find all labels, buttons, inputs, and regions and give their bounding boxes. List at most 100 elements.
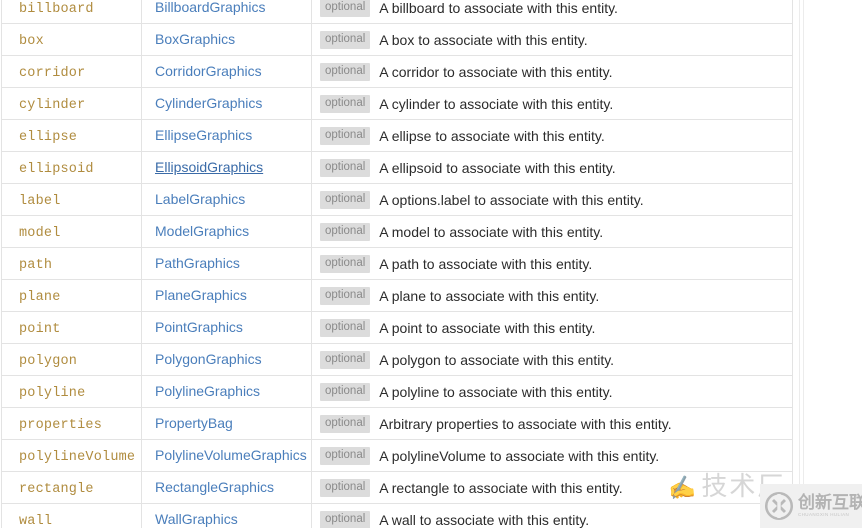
watermark-brand-text: 创新互联 CHUANGXIN HULIAN (798, 494, 862, 518)
watermark-brand-pinyin: CHUANGXIN HULIAN (798, 512, 850, 518)
optional-badge: optional (320, 446, 371, 465)
property-name-cell: cylinder (1, 87, 142, 120)
description-wrapper: optional A plane to associate with this e… (320, 286, 792, 305)
type-link[interactable]: PointGraphics (155, 319, 243, 335)
table-row: ellipse EllipseGraphics optional A ellipse … (1, 119, 793, 152)
type-link[interactable]: BillboardGraphics (155, 0, 266, 15)
property-type-cell: BillboardGraphics (141, 0, 312, 24)
property-type-cell: PropertyBag (141, 407, 312, 440)
property-name: cylinder (19, 97, 86, 113)
property-description: A corridor to associate with this entity… (379, 63, 613, 80)
property-name: properties (19, 417, 103, 433)
optional-badge: optional (320, 318, 371, 337)
property-type-cell: ModelGraphics (141, 215, 312, 248)
page-gutter-rule-right (803, 0, 804, 528)
type-link[interactable]: PolygonGraphics (155, 351, 262, 367)
optional-badge: optional (320, 158, 371, 177)
property-type-cell: CorridorGraphics (141, 55, 312, 88)
description-wrapper: optional A polylineVolume to associate wi… (320, 446, 792, 465)
property-description: A ellipse to associate with this entity. (379, 127, 605, 144)
property-name-cell: corridor (1, 55, 142, 88)
optional-badge: optional (320, 94, 371, 113)
property-name: billboard (19, 1, 94, 17)
property-description-cell: optional A cylinder to associate with thi… (311, 87, 793, 120)
property-name: rectangle (19, 481, 94, 497)
property-description: A ellipsoid to associate with this entit… (379, 159, 616, 176)
property-name: polyline (19, 385, 86, 401)
property-name-cell: properties (1, 407, 142, 440)
type-link[interactable]: EllipseGraphics (155, 127, 252, 143)
type-link[interactable]: EllipsoidGraphics (155, 159, 263, 175)
description-wrapper: optional A path to associate with this en… (320, 254, 792, 273)
property-description-cell: optional A plane to associate with this e… (311, 279, 793, 312)
property-name: point (19, 321, 61, 337)
property-name: wall (19, 513, 53, 528)
property-name-cell: wall (1, 503, 142, 528)
property-name-cell: label (1, 183, 142, 216)
property-description-cell: optional A path to associate with this en… (311, 247, 793, 280)
property-description-cell: optional A polygon to associate with this… (311, 343, 793, 376)
type-link[interactable]: BoxGraphics (155, 31, 235, 47)
table-row: wall WallGraphics optional A wall to associ… (1, 503, 793, 528)
property-description-cell: optional A model to associate with this e… (311, 215, 793, 248)
type-link[interactable]: RectangleGraphics (155, 479, 274, 495)
property-description: A rectangle to associate with this entit… (379, 479, 623, 496)
table-row: label LabelGraphics optional A options.labe… (1, 183, 793, 216)
optional-badge: optional (320, 62, 371, 81)
property-name: polylineVolume (19, 449, 136, 465)
property-description-cell: optional A rectangle to associate with th… (311, 471, 793, 504)
table-row: corridor CorridorGraphics optional A corrid… (1, 55, 793, 88)
property-description-cell: optional A point to associate with this e… (311, 311, 793, 344)
property-type-cell: WallGraphics (141, 503, 312, 528)
optional-badge: optional (320, 126, 371, 145)
properties-table-body: billboard BillboardGraphics optional A bill… (1, 0, 793, 528)
optional-badge: optional (320, 254, 371, 273)
type-link[interactable]: PathGraphics (155, 255, 240, 271)
type-link[interactable]: CorridorGraphics (155, 63, 262, 79)
property-name-cell: billboard (1, 0, 142, 24)
type-link[interactable]: PolylineVolumeGraphics (155, 447, 307, 463)
property-description: A plane to associate with this entity. (379, 287, 600, 304)
property-type-cell: CylinderGraphics (141, 87, 312, 120)
property-name: label (19, 193, 61, 209)
type-link[interactable]: LabelGraphics (155, 191, 245, 207)
property-type-cell: BoxGraphics (141, 23, 312, 56)
property-name: corridor (19, 65, 86, 81)
table-row: plane PlaneGraphics optional A plane to ass… (1, 279, 793, 312)
property-name-cell: ellipse (1, 119, 142, 152)
description-wrapper: optional A point to associate with this e… (320, 318, 792, 337)
type-link[interactable]: PolylineGraphics (155, 383, 260, 399)
type-link[interactable]: WallGraphics (155, 511, 238, 527)
table-row: rectangle RectangleGraphics optional A rect… (1, 471, 793, 504)
property-name-cell: rectangle (1, 471, 142, 504)
property-description-cell: optional A options.label to associate wit… (311, 183, 793, 216)
table-row: ellipsoid EllipsoidGraphics optional A elli… (1, 151, 793, 184)
property-description: A wall to associate with this entity. (379, 511, 590, 528)
property-description-cell: optional A corridor to associate with thi… (311, 55, 793, 88)
type-link[interactable]: CylinderGraphics (155, 95, 262, 111)
property-description-cell: optional A polylineVolume to associate wi… (311, 439, 793, 472)
property-type-cell: EllipseGraphics (141, 119, 312, 152)
property-type-cell: PolylineGraphics (141, 375, 312, 408)
type-link[interactable]: PlaneGraphics (155, 287, 247, 303)
property-name-cell: box (1, 23, 142, 56)
document-viewport: billboard BillboardGraphics optional A bill… (0, 0, 862, 528)
property-type-cell: RectangleGraphics (141, 471, 312, 504)
table-row: billboard BillboardGraphics optional A bill… (1, 0, 793, 24)
optional-badge: optional (320, 286, 371, 305)
property-name: box (19, 33, 44, 49)
type-link[interactable]: PropertyBag (155, 415, 233, 431)
property-type-cell: PolygonGraphics (141, 343, 312, 376)
properties-table: billboard BillboardGraphics optional A bill… (1, 0, 793, 528)
page-gutter-rule-left (799, 0, 800, 528)
property-name-cell: model (1, 215, 142, 248)
description-wrapper: optional A ellipse to associate with this… (320, 126, 792, 145)
property-description: A path to associate with this entity. (379, 255, 593, 272)
description-wrapper: optional A polygon to associate with this… (320, 350, 792, 369)
property-description: A options.label to associate with this e… (379, 191, 644, 208)
optional-badge: optional (320, 414, 371, 433)
table-row: polylineVolume PolylineVolumeGraphics opti… (1, 439, 793, 472)
property-type-cell: PointGraphics (141, 311, 312, 344)
property-description-cell: optional A polyline to associate with thi… (311, 375, 793, 408)
type-link[interactable]: ModelGraphics (155, 223, 249, 239)
